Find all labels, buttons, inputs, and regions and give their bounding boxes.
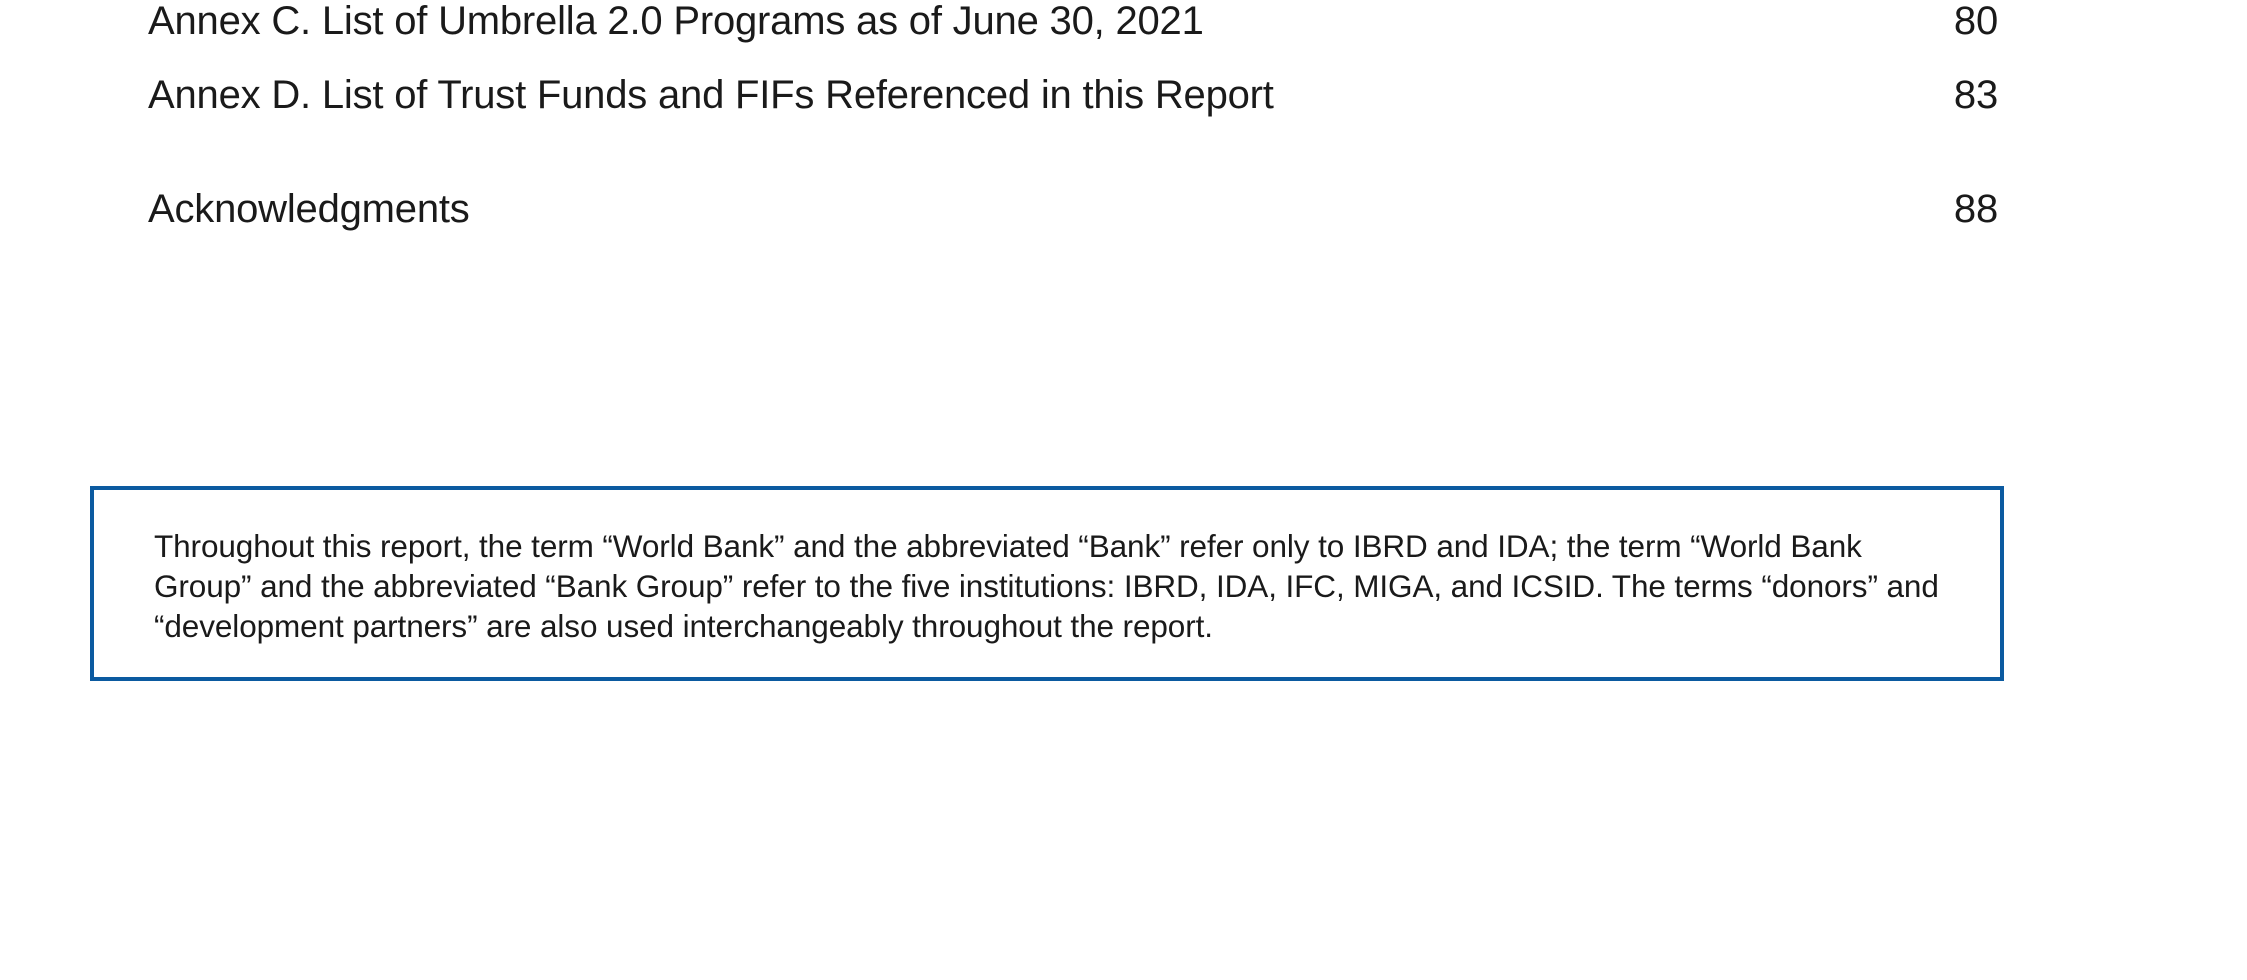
toc-entry-page-number: 83 (1953, 73, 1998, 117)
toc-entry-title: Annex C. List of Umbrella 2.0 Programs a… (148, 0, 1204, 43)
terminology-note-box: Throughout this report, the term “World … (90, 486, 2004, 681)
toc-entry-acknowledgments[interactable]: Acknowledgments 88 (148, 182, 1998, 236)
toc-entry-title: Annex D. List of Trust Funds and FIFs Re… (148, 73, 1274, 117)
table-of-contents: Annex C. List of Umbrella 2.0 Programs a… (0, 0, 2247, 260)
toc-entry-annex-d[interactable]: Annex D. List of Trust Funds and FIFs Re… (148, 68, 1998, 122)
toc-entry-page-number: 80 (1953, 0, 1998, 43)
toc-entry-annex-c[interactable]: Annex C. List of Umbrella 2.0 Programs a… (148, 0, 1998, 48)
terminology-note-text: Throughout this report, the term “World … (154, 528, 1939, 644)
toc-entry-page-number: 88 (1953, 187, 1998, 231)
toc-entry-title: Acknowledgments (148, 187, 470, 231)
